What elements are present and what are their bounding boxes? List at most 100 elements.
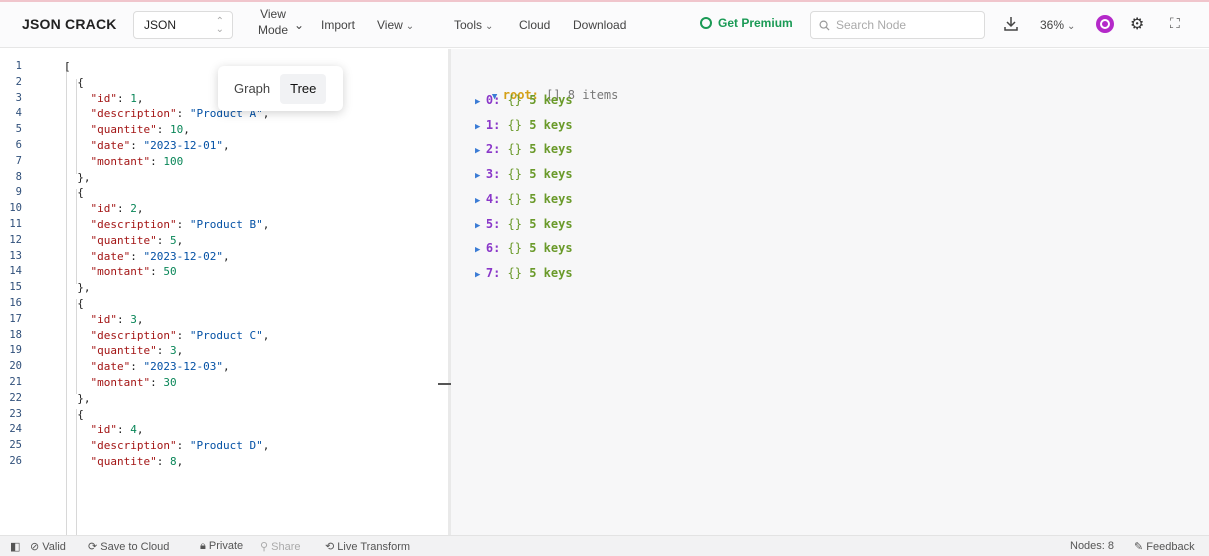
splitter-handle[interactable] bbox=[438, 383, 452, 385]
code-text: { bbox=[64, 407, 84, 421]
fullscreen-icon[interactable]: ⛶ bbox=[1170, 15, 1180, 32]
chevron-down-icon: ⌄ bbox=[405, 21, 415, 32]
tree-node-key: 6: bbox=[485, 241, 501, 256]
view-mode-tree[interactable]: Tree bbox=[280, 73, 327, 104]
search-input[interactable] bbox=[836, 18, 976, 32]
tree-node-key: 1: bbox=[485, 117, 501, 132]
chevron-down-icon[interactable]: ⌄ bbox=[294, 18, 304, 32]
save-to-cloud-button[interactable]: ⟳ Save to Cloud bbox=[88, 540, 169, 553]
get-premium-button[interactable]: Get Premium bbox=[700, 16, 793, 30]
tree-node-key: 2: bbox=[485, 142, 501, 157]
tree-view: ▼ root: [] 8 items ▶ 0: {} 5 keys ▶ 1: {}… bbox=[451, 49, 1209, 535]
private-toggle[interactable]: 🔒︎ Private bbox=[200, 540, 243, 553]
import-menu[interactable]: Import bbox=[321, 18, 355, 32]
line-number: 5 bbox=[15, 123, 22, 136]
tools-menu-label: Tools bbox=[454, 18, 483, 32]
toggle-editor-icon[interactable]: ◧ bbox=[10, 540, 20, 553]
line-number: 17 bbox=[9, 312, 22, 325]
format-select[interactable]: JSON ⌃ ⌄ bbox=[133, 11, 233, 39]
tree-node-meta: 5 keys bbox=[529, 216, 573, 231]
zoom-menu[interactable]: 36% ⌄ bbox=[1040, 18, 1075, 32]
tree-node-bracket: {} bbox=[507, 216, 522, 231]
view-mode-menu[interactable]: View Mode bbox=[256, 6, 290, 38]
code-text: "description": "Product D", bbox=[90, 439, 270, 453]
tree-node-bracket: {} bbox=[507, 241, 522, 256]
code-line: 10 "id": 2, bbox=[0, 201, 448, 217]
avatar[interactable] bbox=[1096, 15, 1114, 33]
tree-node-key: 7: bbox=[485, 265, 501, 280]
tree-root-row[interactable]: ▼ root: [] 8 items bbox=[463, 65, 618, 102]
tree-node-key: 0: bbox=[485, 93, 501, 107]
tree-node-meta: 5 keys bbox=[529, 142, 573, 157]
feedback-label: Feedback bbox=[1146, 541, 1195, 553]
download-menu[interactable]: Download bbox=[573, 18, 626, 32]
chevron-down-icon: ⌄ bbox=[1067, 21, 1076, 32]
code-line: 23 { bbox=[0, 407, 448, 423]
code-line: 12 "quantite": 5, bbox=[0, 233, 448, 249]
line-number: 6 bbox=[15, 139, 22, 151]
line-number: 11 bbox=[9, 218, 22, 230]
tree-node-row[interactable]: ▶ 5: {} 5 keys bbox=[475, 214, 573, 234]
get-premium-label: Get Premium bbox=[718, 16, 793, 30]
nodes-count: Nodes: 8 bbox=[1070, 540, 1115, 552]
line-number: 21 bbox=[9, 376, 22, 388]
line-number: 23 bbox=[9, 407, 22, 420]
tree-node-row[interactable]: ▶ 0: {} 5 keys bbox=[475, 90, 573, 110]
line-number: 9 bbox=[15, 186, 22, 199]
cloud-menu[interactable]: Cloud bbox=[519, 18, 550, 32]
caret-right-icon: ▶ bbox=[475, 146, 486, 157]
code-text: "montant": 100 bbox=[90, 154, 184, 168]
code-line: 17 "id": 3, bbox=[0, 312, 448, 328]
download-icon[interactable] bbox=[1003, 15, 1019, 33]
line-number: 10 bbox=[9, 202, 22, 215]
code-text: "montant": 30 bbox=[90, 376, 177, 389]
line-number: 20 bbox=[9, 360, 22, 373]
feedback-button[interactable]: ✎ Feedback bbox=[1134, 540, 1195, 553]
tree-node-row[interactable]: ▶ 7: {} 5 keys bbox=[475, 263, 573, 283]
tree-node-meta: 5 keys bbox=[529, 191, 573, 206]
json-editor[interactable]: 1 [2 {3 "id": 1, 4 "description": "Product… bbox=[0, 49, 448, 535]
chevron-down-icon: ⌄ bbox=[485, 21, 494, 32]
code-text: "quantite": 5, bbox=[90, 233, 184, 247]
code-text: { bbox=[64, 75, 84, 89]
code-text: "date": "2023-12-01", bbox=[90, 139, 230, 152]
share-button[interactable]: ⚲ Share bbox=[260, 540, 300, 553]
line-number: 8 bbox=[15, 170, 22, 183]
top-toolbar: JSON CRACK JSON ⌃ ⌄ View Mode ⌄ Import Vi… bbox=[0, 0, 1209, 48]
view-mode-graph[interactable]: Graph bbox=[224, 74, 280, 104]
code-line: 5 "quantite": 10, bbox=[0, 122, 448, 138]
view-menu[interactable]: View ⌄ bbox=[377, 18, 414, 32]
tree-node-key: 5: bbox=[485, 216, 501, 231]
view-mode-label-line2: Mode bbox=[257, 23, 289, 37]
caret-right-icon: ▶ bbox=[475, 245, 486, 256]
code-line: 15 }, bbox=[0, 280, 448, 296]
code-line: 18 "description": "Product C", bbox=[0, 328, 448, 344]
search-box[interactable] bbox=[810, 11, 985, 39]
code-text: { bbox=[64, 186, 84, 200]
line-number: 25 bbox=[9, 439, 22, 452]
tree-node-row[interactable]: ▶ 1: {} 5 keys bbox=[475, 115, 573, 135]
app-logo[interactable]: JSON CRACK bbox=[22, 16, 117, 32]
caret-right-icon: ▶ bbox=[475, 121, 486, 132]
line-number: 2 bbox=[15, 75, 22, 88]
gear-icon[interactable]: ⚙ bbox=[1130, 14, 1144, 34]
tools-menu[interactable]: Tools ⌄ bbox=[454, 18, 493, 32]
code-text: }, bbox=[64, 281, 91, 295]
line-number: 13 bbox=[9, 249, 22, 262]
tree-node-meta: 5 keys bbox=[529, 93, 573, 107]
tree-node-meta: 5 keys bbox=[529, 265, 573, 280]
view-menu-label: View bbox=[377, 18, 403, 32]
tree-node-row[interactable]: ▶ 2: {} 5 keys bbox=[475, 139, 573, 159]
live-transform-button[interactable]: ⟲ Live Transform bbox=[325, 540, 410, 553]
tree-node-row[interactable]: ▶ 3: {} 5 keys bbox=[475, 164, 573, 184]
search-icon bbox=[819, 20, 830, 31]
line-number: 26 bbox=[9, 455, 22, 467]
line-number: 1 bbox=[15, 60, 22, 72]
tree-node-row[interactable]: ▶ 4: {} 5 keys bbox=[475, 189, 573, 209]
share-label: Share bbox=[271, 541, 301, 553]
code-line: 19 "quantite": 3, bbox=[0, 343, 448, 359]
tree-node-row[interactable]: ▶ 6: {} 5 keys bbox=[475, 238, 573, 258]
